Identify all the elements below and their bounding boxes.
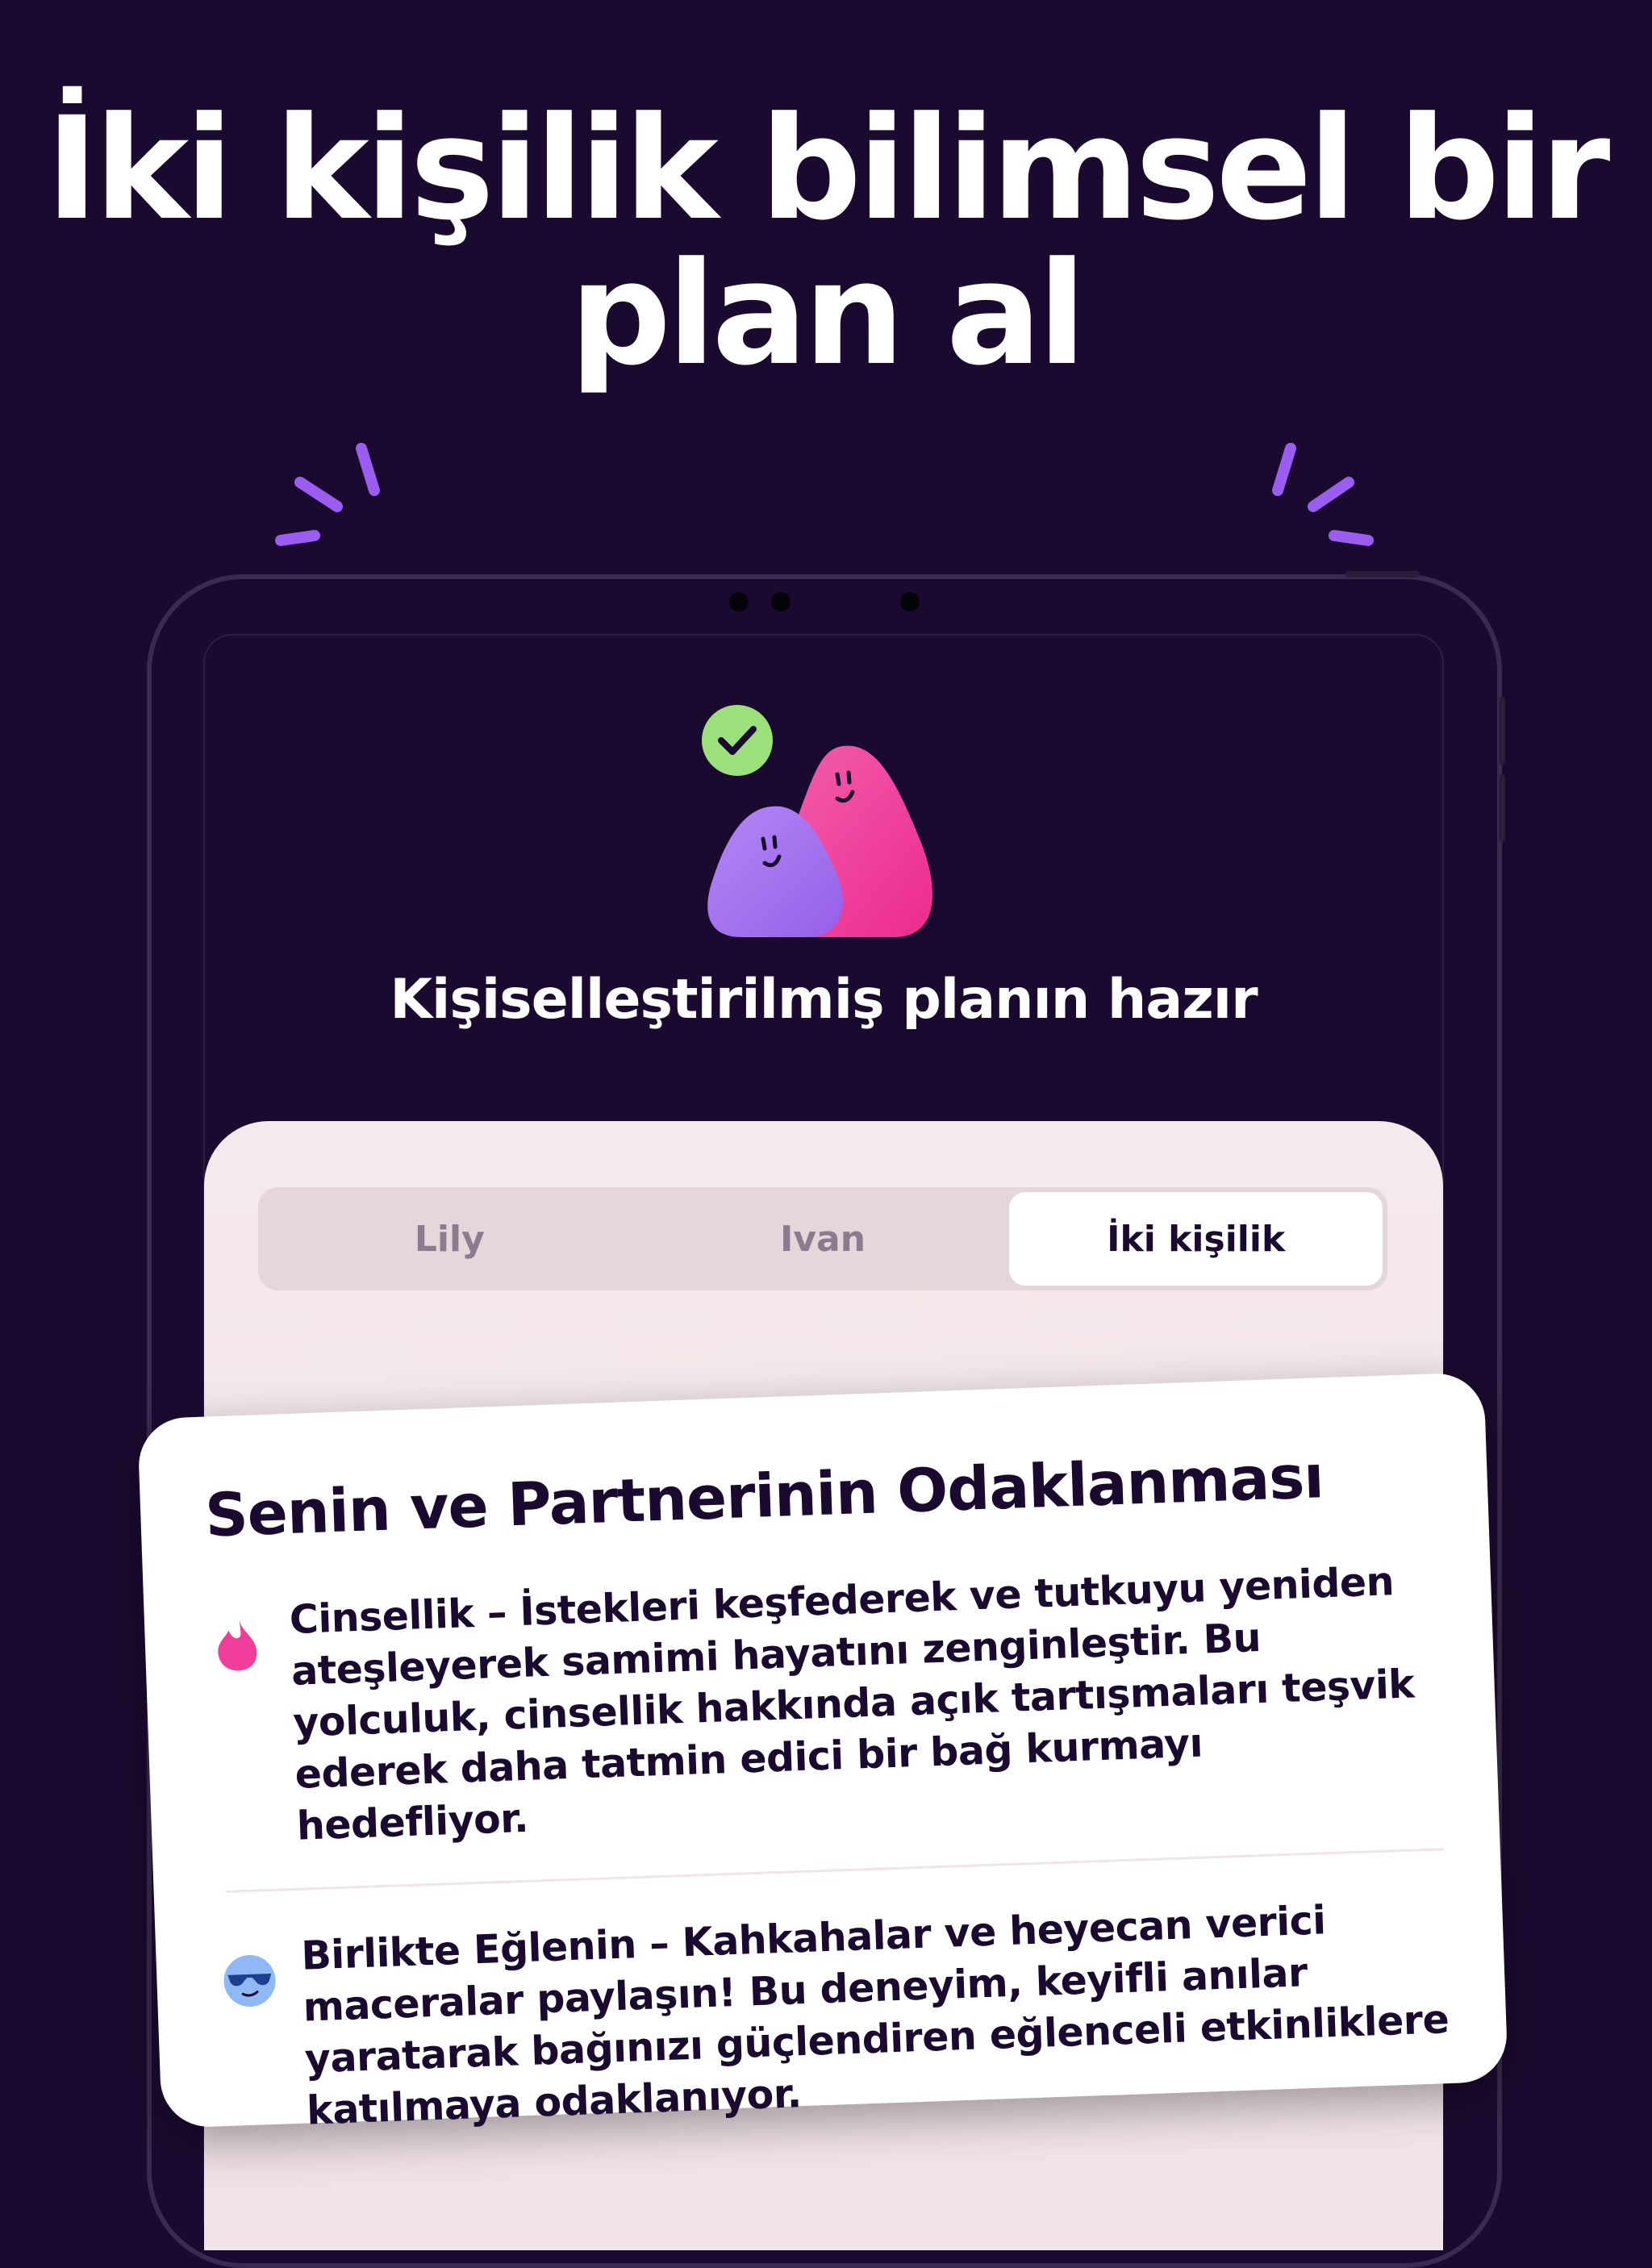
focus-item-text: Cinsellik – İstekleri keşfederek ve tutk… [288,1558,1416,1849]
sunglasses-face-icon [223,1954,276,2007]
focus-item-text: Birlikte Eğlenin – Kahkahalar ve heyecan… [300,1897,1450,2134]
focus-item: Birlikte Eğlenin – Kahkahalar ve heyecan… [219,1891,1452,2140]
divider [226,1848,1444,1893]
camera-dot [729,592,749,611]
person-segmented-control: Lily Ivan İki kişilik [258,1187,1387,1290]
tab-together[interactable]: İki kişilik [1009,1192,1383,1286]
device-side-button [1499,697,1505,765]
sparkle-decoration [275,443,1374,546]
flame-icon [218,1620,257,1671]
tab-lily[interactable]: Lily [263,1192,636,1286]
tab-ivan[interactable]: Ivan [636,1192,1010,1286]
card-title: Senin ve Partnerinin Odaklanması [203,1442,1325,1551]
couple-mascot-icon [702,705,933,937]
camera-dot [900,592,920,611]
focus-card: Senin ve Partnerinin Odaklanması Cinsell… [137,1372,1508,2134]
camera-dot [771,592,791,611]
device-top-button [1345,571,1420,577]
plan-ready-title: Kişiselleştirilmiş planın hazır [390,968,1258,1032]
device-side-button [1499,774,1505,842]
focus-item: Cinsellik – İstekleri keşfederek ve tutk… [208,1554,1442,1855]
